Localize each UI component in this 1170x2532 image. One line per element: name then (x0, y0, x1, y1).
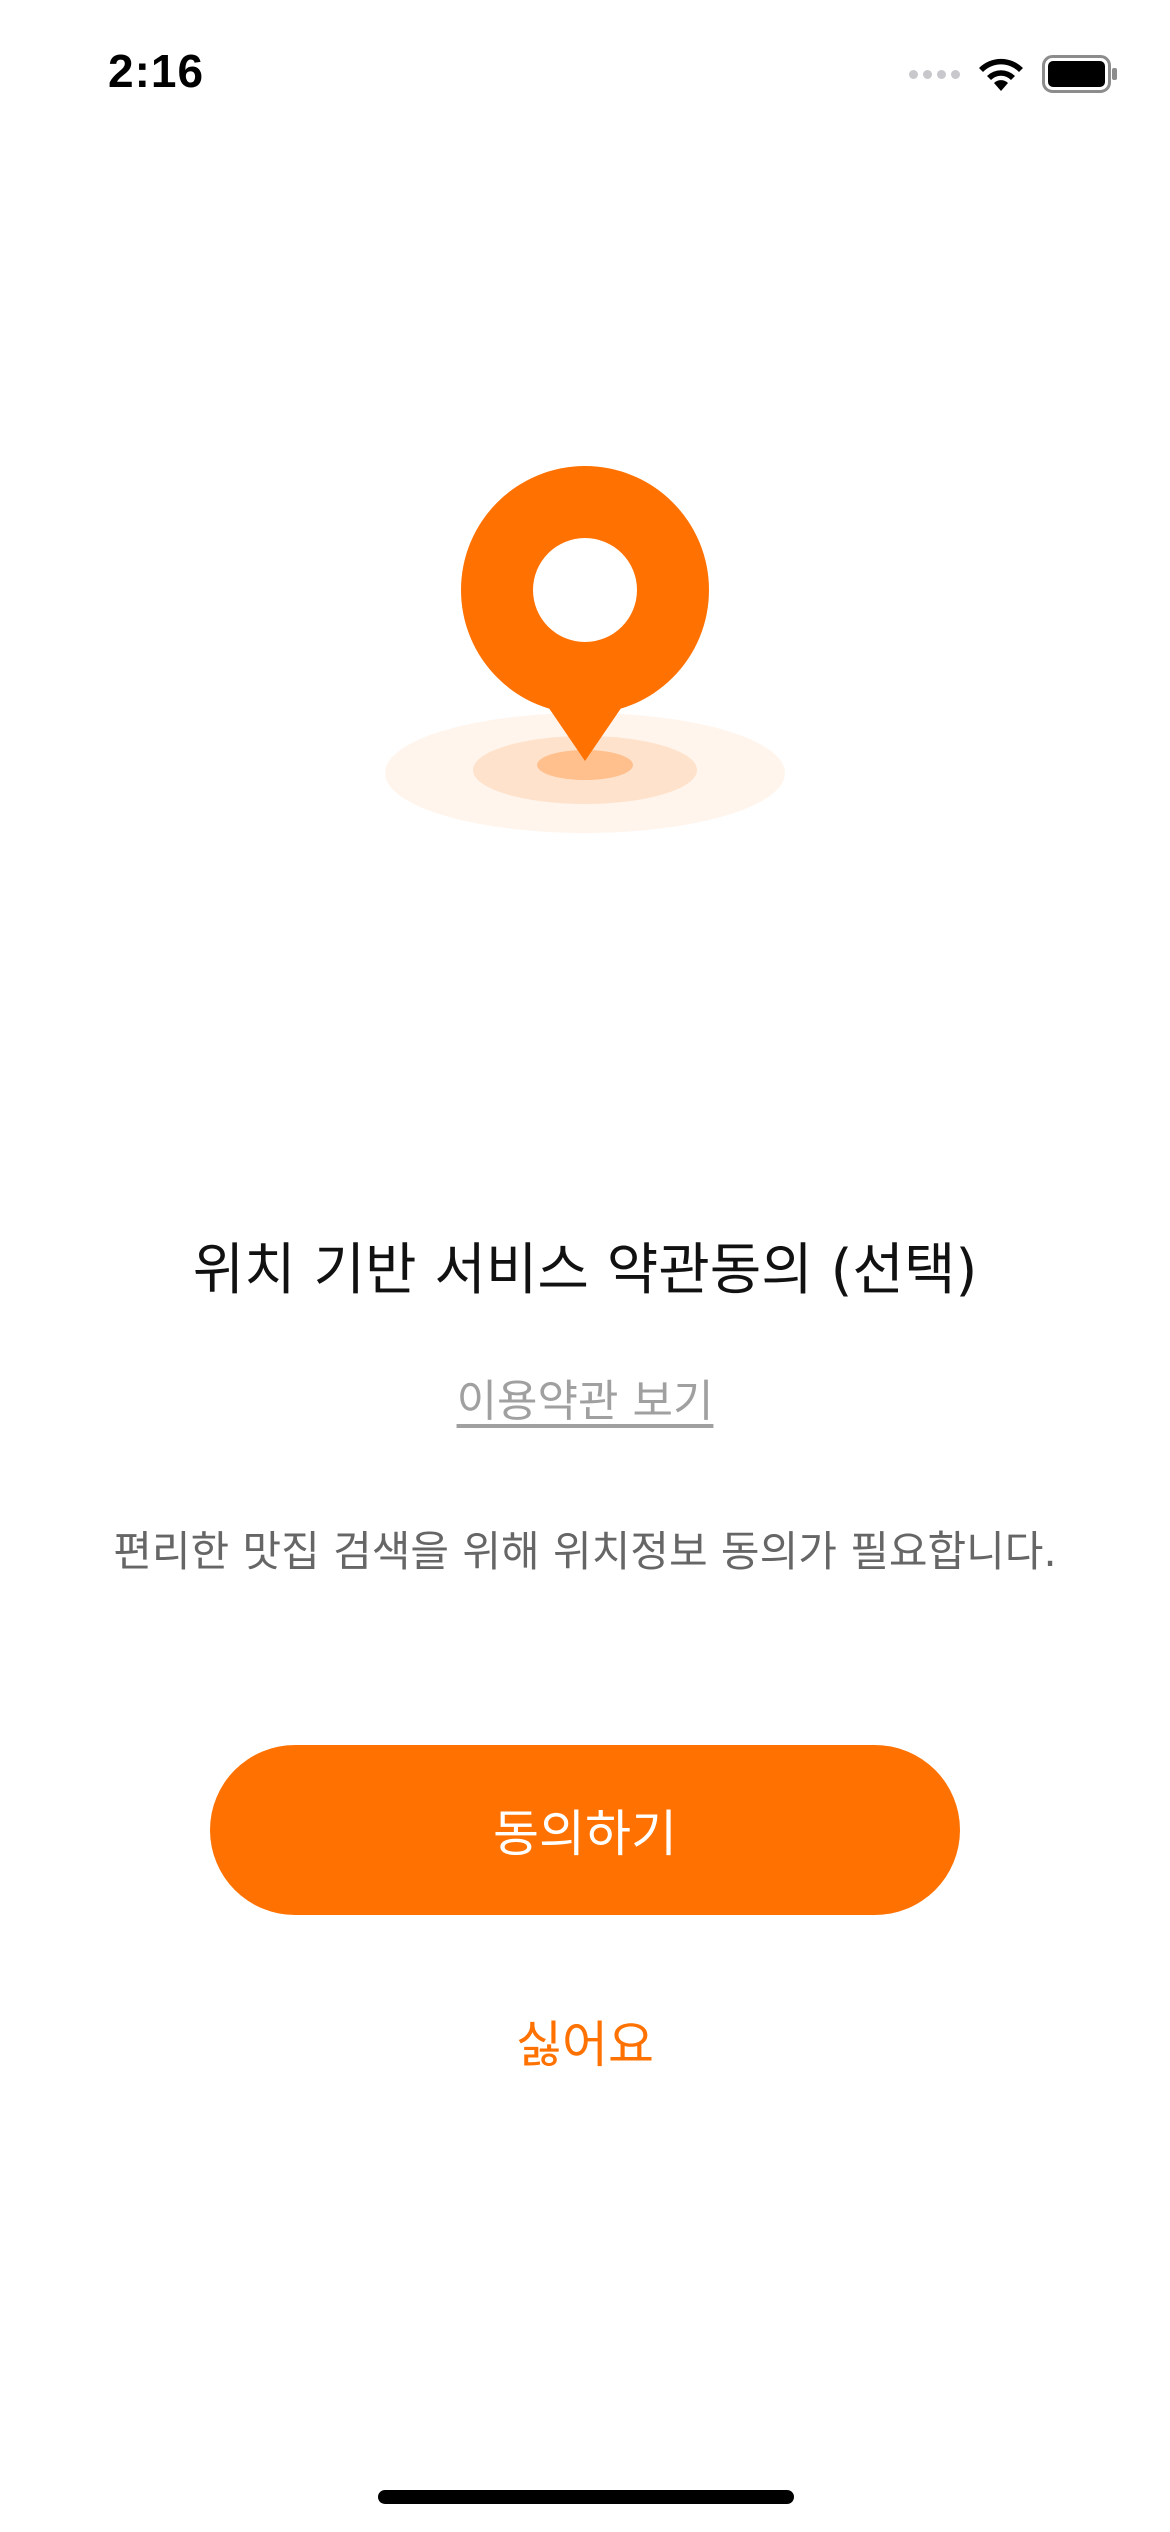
decline-button[interactable]: 싫어요 (0, 2005, 1170, 2077)
terms-link[interactable]: 이용약관 보기 (457, 1376, 714, 1427)
signal-dots-icon (909, 69, 960, 79)
agree-button[interactable]: 동의하기 (210, 1745, 960, 1915)
status-icons (909, 52, 1118, 96)
description-text: 편리한 맛집 검색을 위해 위치정보 동의가 필요합니다. (113, 1527, 1057, 1576)
terms-link-row: 이용약관 보기 (0, 1365, 1170, 1429)
status-time: 2:16 (108, 45, 205, 97)
battery-icon (1042, 55, 1117, 93)
wifi-icon (979, 58, 1023, 91)
status-bar: 2:16 (0, 0, 1170, 140)
home-indicator[interactable] (378, 2490, 794, 2504)
page-title: 위치 기반 서비스 약관동의 (선택) (192, 1238, 978, 1303)
location-pin-icon (385, 466, 785, 833)
